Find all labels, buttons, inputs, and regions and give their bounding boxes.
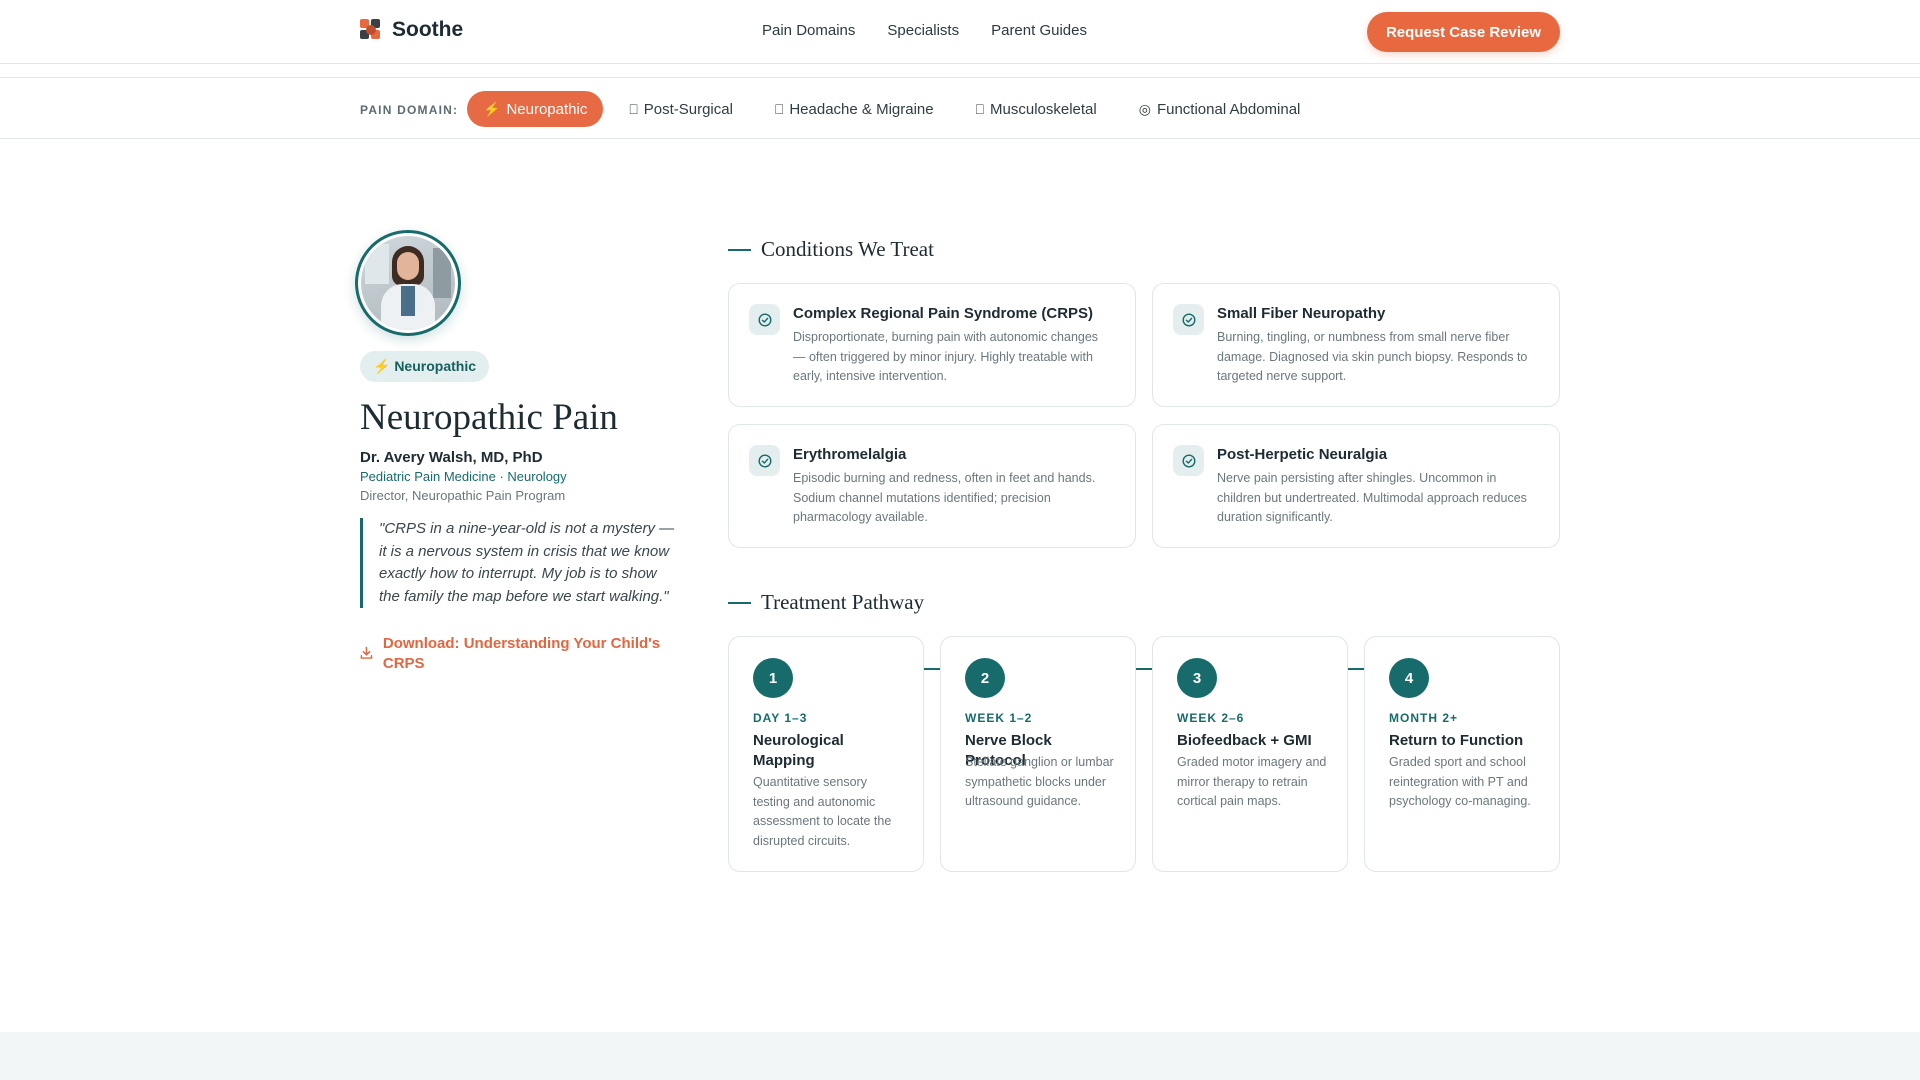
step-number: 4 bbox=[1389, 658, 1429, 698]
step-desc: Stellate ganglion or lumbar sympathetic … bbox=[965, 755, 1114, 808]
nav-pain-domains[interactable]: Pain Domains bbox=[762, 22, 855, 39]
footer-band bbox=[0, 1032, 1920, 1080]
main-nav: Pain Domains Specialists Parent Guides bbox=[762, 22, 1087, 39]
logo-icon bbox=[360, 19, 382, 41]
step-timeframe: DAY 1–3 bbox=[753, 711, 808, 725]
chip-neuropathic[interactable]: ⚡ Neuropathic bbox=[467, 91, 604, 127]
specialist-avatar bbox=[355, 230, 461, 336]
nav-specialists[interactable]: Specialists bbox=[887, 22, 959, 39]
pathway-connector bbox=[1136, 668, 1152, 670]
pathway-step: 1 DAY 1–3 Neurological Mapping Quantitat… bbox=[728, 636, 924, 872]
site-header: Soothe Pain Domains Specialists Parent G… bbox=[0, 0, 1920, 64]
condition-desc: Nerve pain persisting after shingles. Un… bbox=[1217, 471, 1527, 524]
nav-parent-guides[interactable]: Parent Guides bbox=[991, 22, 1087, 39]
pathway-step: 3 WEEK 2–6 Biofeedback + GMI Graded moto… bbox=[1152, 636, 1348, 872]
step-number: 1 bbox=[753, 658, 793, 698]
chip-headache-migraine[interactable]: ⎕ Headache & Migraine bbox=[759, 91, 950, 127]
step-desc: Graded motor imagery and mirror therapy … bbox=[1177, 755, 1327, 808]
step-timeframe: MONTH 2+ bbox=[1389, 711, 1459, 725]
target-icon: ◎ bbox=[1138, 100, 1151, 117]
download-crps-guide-link[interactable]: Download: Understanding Your Child's CRP… bbox=[360, 634, 680, 674]
request-case-review-button[interactable]: Request Case Review bbox=[1367, 12, 1560, 52]
pathway-step: 4 MONTH 2+ Return to Function Graded spo… bbox=[1364, 636, 1560, 872]
chip-label: Neuropathic bbox=[506, 100, 588, 118]
condition-card[interactable]: Post-Herpetic Neuralgia Nerve pain persi… bbox=[1152, 424, 1560, 548]
specialist-photo bbox=[361, 236, 455, 330]
condition-card[interactable]: Small Fiber Neuropathy Burning, tingling… bbox=[1152, 283, 1560, 407]
pathway-step: 2 WEEK 1–2 Nerve Block Protocol Stellate… bbox=[940, 636, 1136, 872]
page-title: Neuropathic Pain bbox=[360, 397, 618, 438]
download-label: Download: Understanding Your Child's CRP… bbox=[382, 635, 661, 672]
check-circle-icon bbox=[749, 445, 780, 476]
placeholder-glyph-icon: ⎕ bbox=[774, 100, 784, 117]
pathway-connector bbox=[924, 668, 940, 670]
chip-functional-abdominal[interactable]: ◎ Functional Abdominal bbox=[1123, 91, 1317, 127]
step-number: 2 bbox=[965, 658, 1005, 698]
condition-desc: Episodic burning and redness, often in f… bbox=[793, 471, 1096, 524]
step-timeframe: WEEK 2–6 bbox=[1177, 711, 1245, 725]
chip-label: Post-Surgical bbox=[643, 100, 733, 118]
doctor-specialty: Pediatric Pain Medicine · Neurology bbox=[360, 469, 567, 484]
step-number: 3 bbox=[1177, 658, 1217, 698]
pain-domain-bar: PAIN DOMAIN: ⚡ Neuropathic ⎕ Post-Surgic… bbox=[0, 77, 1920, 139]
check-circle-icon bbox=[1173, 304, 1204, 335]
step-title: Biofeedback + GMI bbox=[1177, 732, 1312, 749]
pain-domain-chips: ⚡ Neuropathic ⎕ Post-Surgical ⎕ Headache… bbox=[467, 91, 1316, 127]
condition-title: Small Fiber Neuropathy bbox=[1217, 305, 1386, 322]
step-title: Return to Function bbox=[1389, 732, 1524, 749]
condition-desc: Disproportionate, burning pain with auto… bbox=[793, 330, 1099, 383]
pathway-title: Treatment Pathway bbox=[761, 590, 925, 614]
condition-title: Post-Herpetic Neuralgia bbox=[1217, 446, 1388, 463]
chip-musculoskeletal[interactable]: ⎕ Musculoskeletal bbox=[960, 91, 1113, 127]
doctor-name: Dr. Avery Walsh, MD, PhD bbox=[360, 449, 543, 466]
check-circle-icon bbox=[1173, 445, 1204, 476]
placeholder-glyph-icon: ⎕ bbox=[975, 100, 985, 117]
check-circle-icon bbox=[749, 304, 780, 335]
condition-card[interactable]: Erythromelalgia Episodic burning and red… bbox=[728, 424, 1136, 548]
doctor-role: Director, Neuropathic Pain Program bbox=[360, 488, 566, 503]
doctor-quote: "CRPS in a nine-year-old is not a myster… bbox=[360, 518, 680, 608]
pathway-heading: Treatment Pathway bbox=[728, 590, 924, 615]
brand-name: Soothe bbox=[392, 18, 464, 41]
step-title: Neurological Mapping bbox=[753, 732, 844, 769]
step-timeframe: WEEK 1–2 bbox=[965, 711, 1033, 725]
brand-logo[interactable]: Soothe bbox=[360, 18, 463, 42]
step-desc: Graded sport and school reintegration wi… bbox=[1389, 755, 1531, 808]
conditions-title: Conditions We Treat bbox=[761, 237, 934, 261]
domain-badge: ⚡ Neuropathic bbox=[360, 351, 489, 382]
condition-title: Erythromelalgia bbox=[793, 446, 907, 463]
condition-desc: Burning, tingling, or numbness from smal… bbox=[1217, 330, 1528, 383]
condition-title: Complex Regional Pain Syndrome (CRPS) bbox=[793, 305, 1094, 322]
download-icon bbox=[360, 646, 373, 659]
placeholder-glyph-icon: ⎕ bbox=[629, 100, 638, 117]
condition-card[interactable]: Complex Regional Pain Syndrome (CRPS) Di… bbox=[728, 283, 1136, 407]
pain-domain-label: PAIN DOMAIN: bbox=[360, 103, 459, 117]
step-desc: Quantitative sensory testing and autonom… bbox=[753, 775, 892, 848]
chip-label: Functional Abdominal bbox=[1156, 100, 1301, 118]
chip-label: Musculoskeletal bbox=[990, 100, 1097, 118]
chip-label: Headache & Migraine bbox=[789, 100, 934, 118]
lightning-icon: ⚡ bbox=[483, 100, 501, 117]
pathway-connector bbox=[1348, 668, 1364, 670]
conditions-heading: Conditions We Treat bbox=[728, 237, 934, 262]
chip-post-surgical[interactable]: ⎕ Post-Surgical bbox=[613, 91, 749, 127]
